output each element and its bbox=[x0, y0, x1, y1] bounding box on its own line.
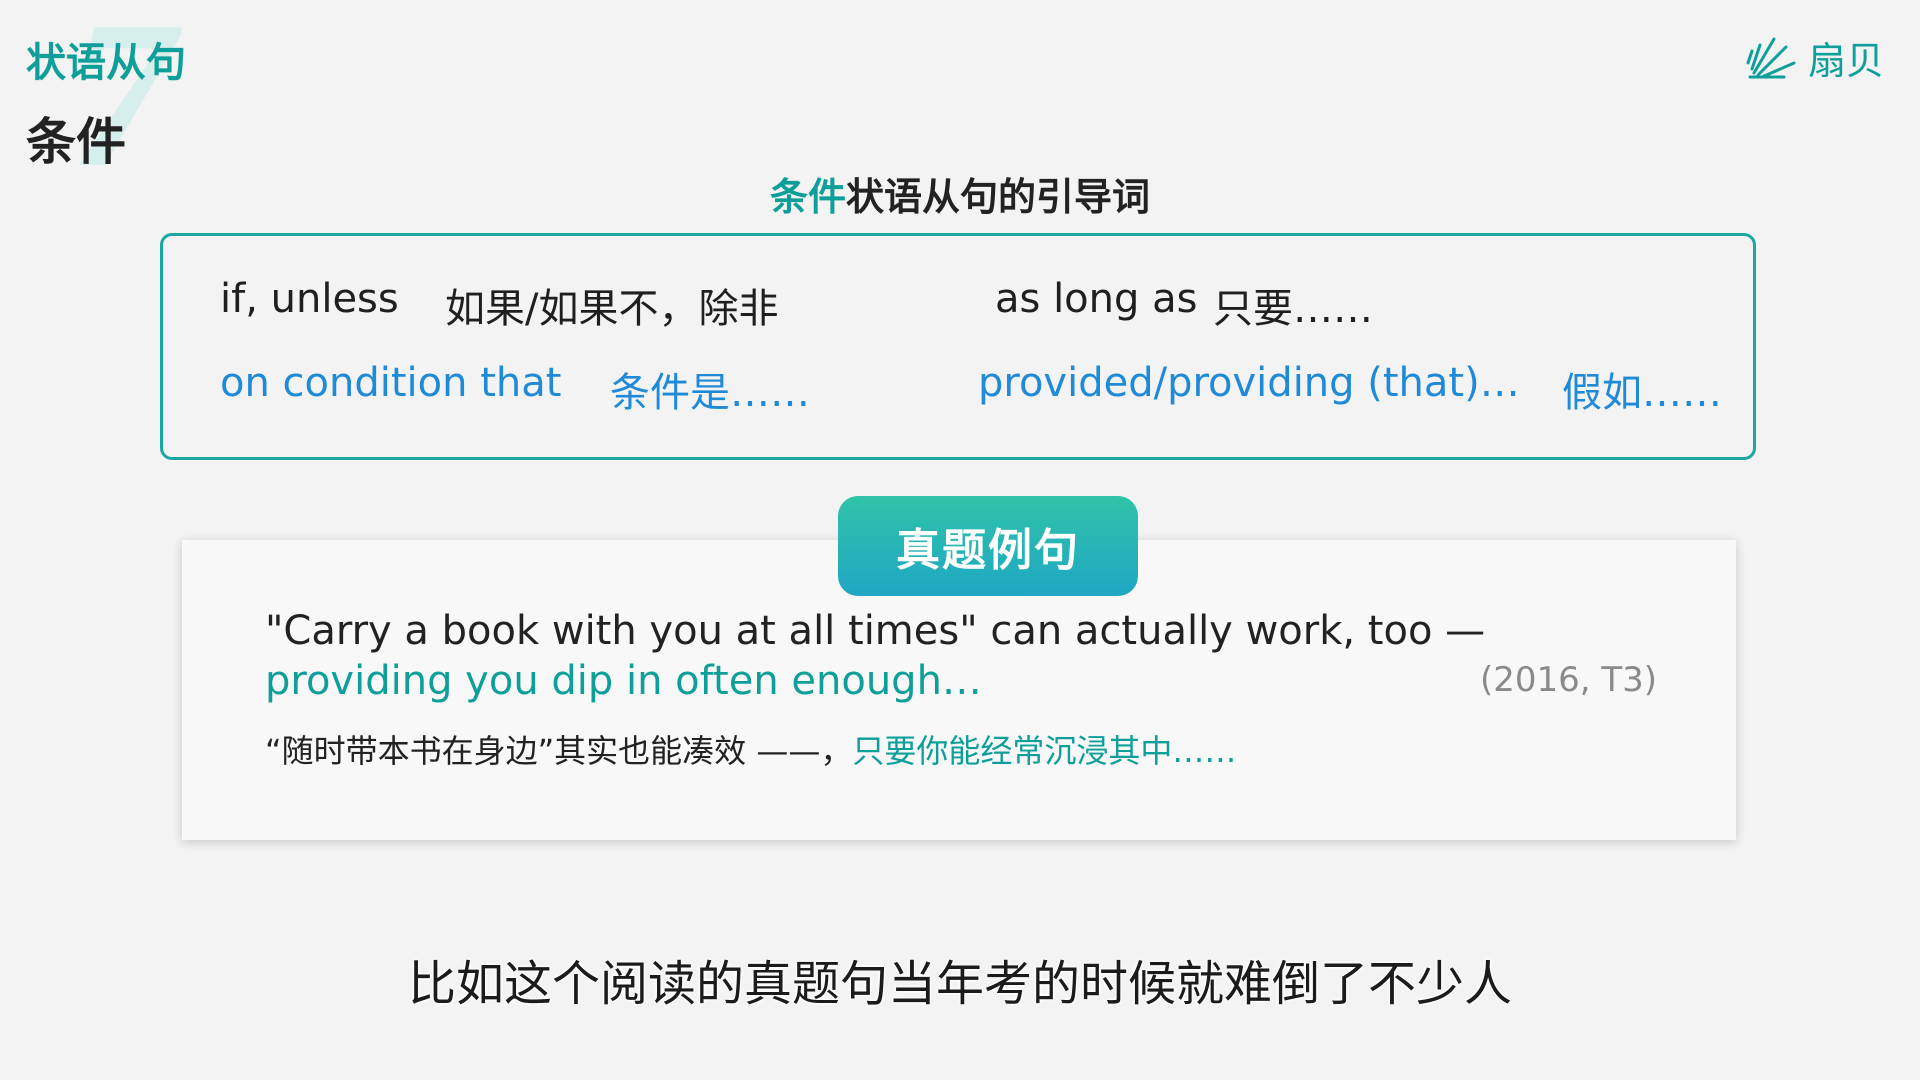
brand-logo: 扇贝 bbox=[1744, 30, 1884, 85]
example-sentence: "Carry a book with you at all times" can… bbox=[265, 606, 1645, 706]
conj-en-2: as long as bbox=[995, 276, 1198, 322]
logo-text: 扇贝 bbox=[1807, 39, 1884, 83]
conjunction-box bbox=[160, 233, 1756, 460]
heading-rest: 状语从句的引导词 bbox=[846, 175, 1151, 219]
video-subtitle: 比如这个阅读的真题句当年考的时候就难倒了不少人 bbox=[407, 956, 1512, 1012]
example-source: (2016, T3) bbox=[1480, 660, 1658, 700]
heading-accent: 条件 bbox=[769, 175, 846, 219]
conj-zh-2: 只要…… bbox=[1213, 286, 1373, 332]
conj-zh-4: 假如…… bbox=[1562, 370, 1722, 416]
conj-en-1: if, unless bbox=[220, 276, 399, 322]
conj-en-3: on condition that bbox=[220, 360, 562, 406]
conj-zh-3: 条件是…… bbox=[610, 370, 810, 416]
section-title: 状语从句 bbox=[26, 40, 186, 86]
shanbay-logo-icon bbox=[1746, 37, 1796, 78]
example-translation: “随时带本书在身边”其实也能凑效 ——，只要你能经常沉浸其中…… bbox=[265, 726, 1236, 772]
translation-highlight: 只要你能经常沉浸其中…… bbox=[852, 732, 1237, 770]
sentence-plain: "Carry a book with you at all times" can… bbox=[265, 608, 1486, 654]
conj-zh-1: 如果/如果不，除非 bbox=[445, 286, 779, 332]
example-tag: 真题例句 bbox=[838, 496, 1138, 596]
translation-plain: “随时带本书在身边”其实也能凑效 ——， bbox=[265, 732, 853, 770]
sentence-highlight: providing you dip in often enough… bbox=[265, 658, 982, 704]
conjunction-heading: 条件状语从句的引导词 bbox=[0, 166, 1920, 221]
sub-title: 条件 bbox=[26, 113, 126, 171]
conj-en-4: provided/providing (that)… bbox=[978, 360, 1520, 406]
